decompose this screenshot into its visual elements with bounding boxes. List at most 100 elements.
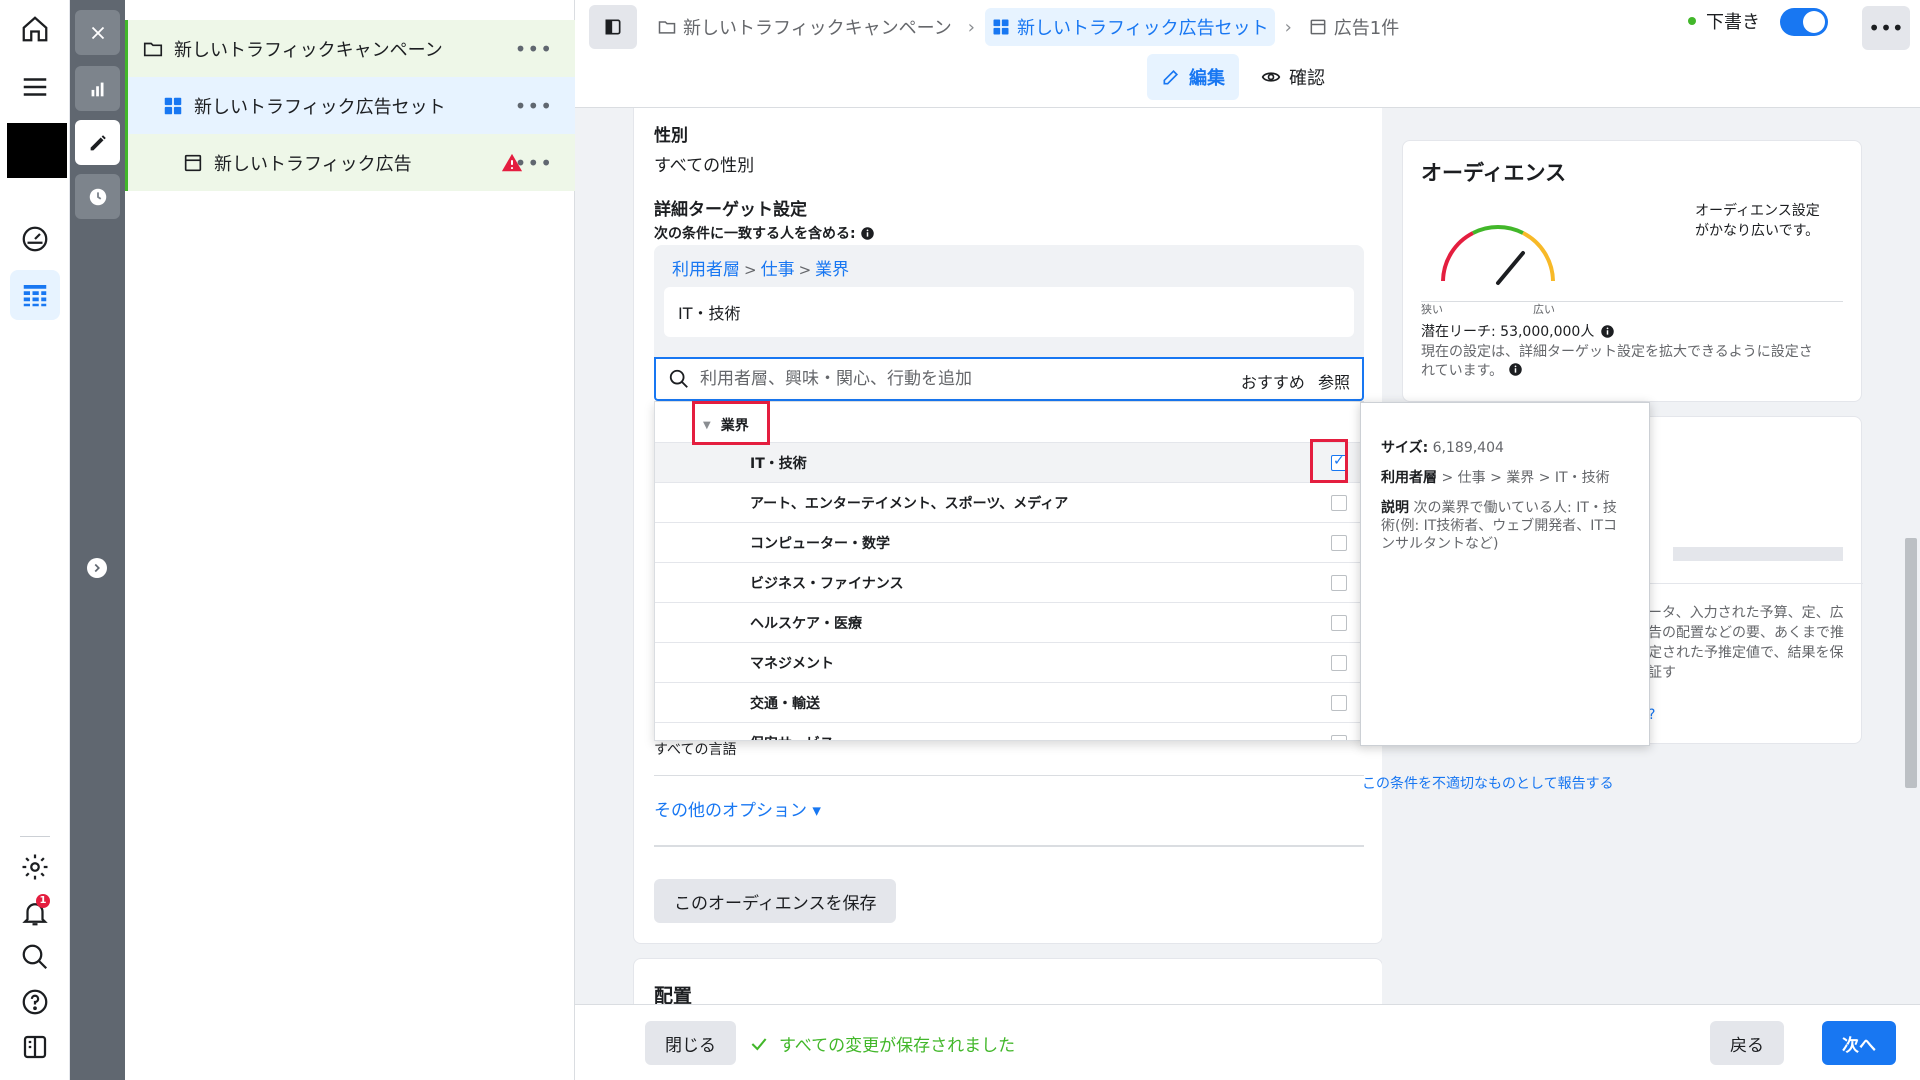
breadcrumb-campaign[interactable]: 新しいトラフィックキャンペーン (651, 8, 958, 46)
edit-icon[interactable] (75, 120, 120, 165)
table-icon[interactable] (10, 270, 60, 320)
save-audience-button[interactable]: このオーディエンスを保存 (654, 879, 897, 923)
ad-icon (184, 154, 202, 171)
option-row[interactable]: ヘルスケア・医療 (655, 602, 1363, 642)
path-work[interactable]: 仕事 (761, 260, 795, 280)
option-checkbox[interactable] (1331, 735, 1347, 740)
path-demographics[interactable]: 利用者層 (672, 260, 740, 280)
option-row[interactable]: ビジネス・ファイナンス (655, 562, 1363, 602)
clock-icon[interactable] (75, 174, 120, 219)
audience-definition-title: オーディエンス (1421, 161, 1567, 185)
tree-item-adset[interactable]: 新しいトラフィック広告セット ••• (125, 77, 575, 134)
notification-badge: 1 (36, 894, 50, 908)
tooltip-path-label: 利用者層 (1381, 470, 1437, 486)
account-block[interactable] (7, 123, 67, 178)
chart-icon[interactable] (75, 66, 120, 111)
potential-reach: 潜在リーチ: 53,000,000人 (1421, 321, 1615, 341)
folder-icon (143, 42, 163, 56)
gauge-icon[interactable] (10, 214, 60, 264)
tree-campaign-more-button[interactable]: ••• (515, 37, 553, 61)
info-icon[interactable] (1600, 324, 1615, 339)
option-checkbox[interactable] (1331, 615, 1347, 631)
settings-icon[interactable] (10, 842, 60, 892)
sidebar-toggle-button[interactable] (589, 5, 637, 49)
breadcrumb-ad-label: 広告1件 (1333, 18, 1400, 39)
gender-value[interactable]: すべての性別 (654, 151, 754, 176)
option-row[interactable]: 交通・輸送 (655, 682, 1363, 722)
tree-item-campaign[interactable]: 新しいトラフィックキャンペーン ••• (125, 20, 575, 77)
tooltip-size-label: サイズ: (1381, 440, 1429, 456)
tree-adset-more-button[interactable]: ••• (515, 94, 553, 118)
potential-reach-text: 潜在リーチ: 53,000,000人 (1421, 324, 1595, 340)
audience-breadth-note: オーディエンス設定がかなり広いです。 (1695, 203, 1820, 239)
help-icon[interactable] (10, 977, 60, 1027)
structure-tree: 新しいトラフィックキャンペーン ••• 新しいトラフィック広告セット ••• 新… (125, 0, 575, 1080)
language-value: すべての言語 (654, 742, 737, 758)
status-dot (1688, 17, 1696, 25)
check-icon (751, 1037, 767, 1051)
divider (1421, 301, 1843, 302)
breadcrumb-adset[interactable]: 新しいトラフィック広告セット (984, 8, 1275, 46)
editor-header: 新しいトラフィックキャンペーン › 新しいトラフィック広告セット › 広告1件 … (575, 0, 1920, 108)
option-checkbox[interactable] (1331, 495, 1347, 511)
draft-status: 下書き (1688, 8, 1760, 34)
highlight-category (692, 401, 770, 445)
selected-target-chip[interactable]: IT・技術 (664, 287, 1354, 337)
next-button[interactable]: 次へ (1822, 1021, 1896, 1065)
home-icon[interactable] (10, 4, 60, 54)
option-row[interactable]: アート、エンターテイメント、スポーツ、メディア (655, 482, 1363, 522)
option-row[interactable]: コンピューター・数学 (655, 522, 1363, 562)
tree-ad-more-button[interactable]: ••• (515, 151, 553, 175)
audience-definition-card: オーディエンス 狭い 広い オーディエンス設定がかなり広いです。 潜在リーチ: … (1402, 140, 1862, 402)
info-icon[interactable] (860, 226, 875, 241)
targeting-search[interactable]: おすすめ 参照 (654, 357, 1364, 401)
option-row[interactable]: マネジメント (655, 642, 1363, 682)
menu-icon[interactable] (10, 62, 60, 112)
other-options-link[interactable]: その他のオプション ▾ (654, 796, 821, 821)
tooltip-desc-value: 次の業界で働いている人: IT・技術(例: IT技術者、ウェブ開発者、ITコンサ… (1381, 500, 1617, 552)
placement-label: 配置 (654, 985, 693, 1004)
search-icon[interactable] (10, 932, 60, 982)
targeting-box: 利用者層 > 仕事 > 業界 IT・技術 (654, 245, 1364, 357)
option-checkbox[interactable] (1331, 655, 1347, 671)
option-checkbox[interactable] (1331, 535, 1347, 551)
suggestions-link[interactable]: おすすめ (1241, 373, 1305, 392)
tab-review[interactable]: 確認 (1247, 54, 1339, 100)
tree-campaign-label: 新しいトラフィックキャンペーン (174, 39, 443, 61)
footer-bar: 閉じる すべての変更が保存されました 戻る 次へ (575, 1004, 1920, 1080)
tooltip-size-value: 6,189,404 (1432, 440, 1504, 456)
close-icon[interactable] (75, 10, 120, 55)
option-row[interactable]: 保安サービス (655, 722, 1363, 741)
breadcrumb-ad[interactable]: 広告1件 (1302, 8, 1405, 46)
option-label: ヘルスケア・医療 (750, 615, 862, 632)
option-row[interactable]: IT・技術 (655, 442, 1363, 482)
option-label: アート、エンターテイメント、スポーツ、メディア (750, 495, 1069, 512)
grid-icon (164, 97, 182, 114)
targeting-dropdown: ▼ 業界 IT・技術 アート、エンターテイメント、スポーツ、メディア コンピュー… (654, 401, 1364, 741)
option-label: 保安サービス (750, 733, 834, 741)
path-industry[interactable]: 業界 (815, 260, 849, 280)
detailed-targeting-label: 詳細ターゲット設定 (654, 200, 807, 220)
scrollbar[interactable] (1900, 108, 1920, 1004)
option-checkbox[interactable] (1331, 575, 1347, 591)
draft-toggle[interactable] (1780, 8, 1828, 36)
panel-icon[interactable] (10, 1022, 60, 1072)
targeting-search-input[interactable] (700, 369, 1200, 389)
more-options-button[interactable]: ••• (1862, 6, 1910, 50)
pencil-icon (1163, 69, 1179, 85)
close-button[interactable]: 閉じる (645, 1021, 736, 1065)
tooltip-desc-label: 説明 (1381, 500, 1409, 516)
tree-item-ad[interactable]: 新しいトラフィック広告 ••• (125, 134, 575, 191)
option-checkbox[interactable] (1331, 695, 1347, 711)
audience-section: 性別 すべての性別 詳細ターゲット設定 次の条件に一致する人を含める: 利用者層… (633, 108, 1383, 944)
bell-icon[interactable]: 1 (10, 888, 60, 938)
chevron-right-icon[interactable] (87, 558, 107, 578)
tree-ad-label: 新しいトラフィック広告 (214, 153, 412, 175)
scrollbar-thumb[interactable] (1905, 538, 1917, 788)
back-button[interactable]: 戻る (1710, 1021, 1784, 1065)
browse-link[interactable]: 参照 (1318, 373, 1350, 392)
tab-edit[interactable]: 編集 (1147, 54, 1239, 100)
path-separator: > (798, 261, 812, 279)
report-inappropriate-link[interactable]: この条件を不適切なものとして報告する (1362, 776, 1637, 793)
info-icon[interactable] (1508, 362, 1523, 377)
